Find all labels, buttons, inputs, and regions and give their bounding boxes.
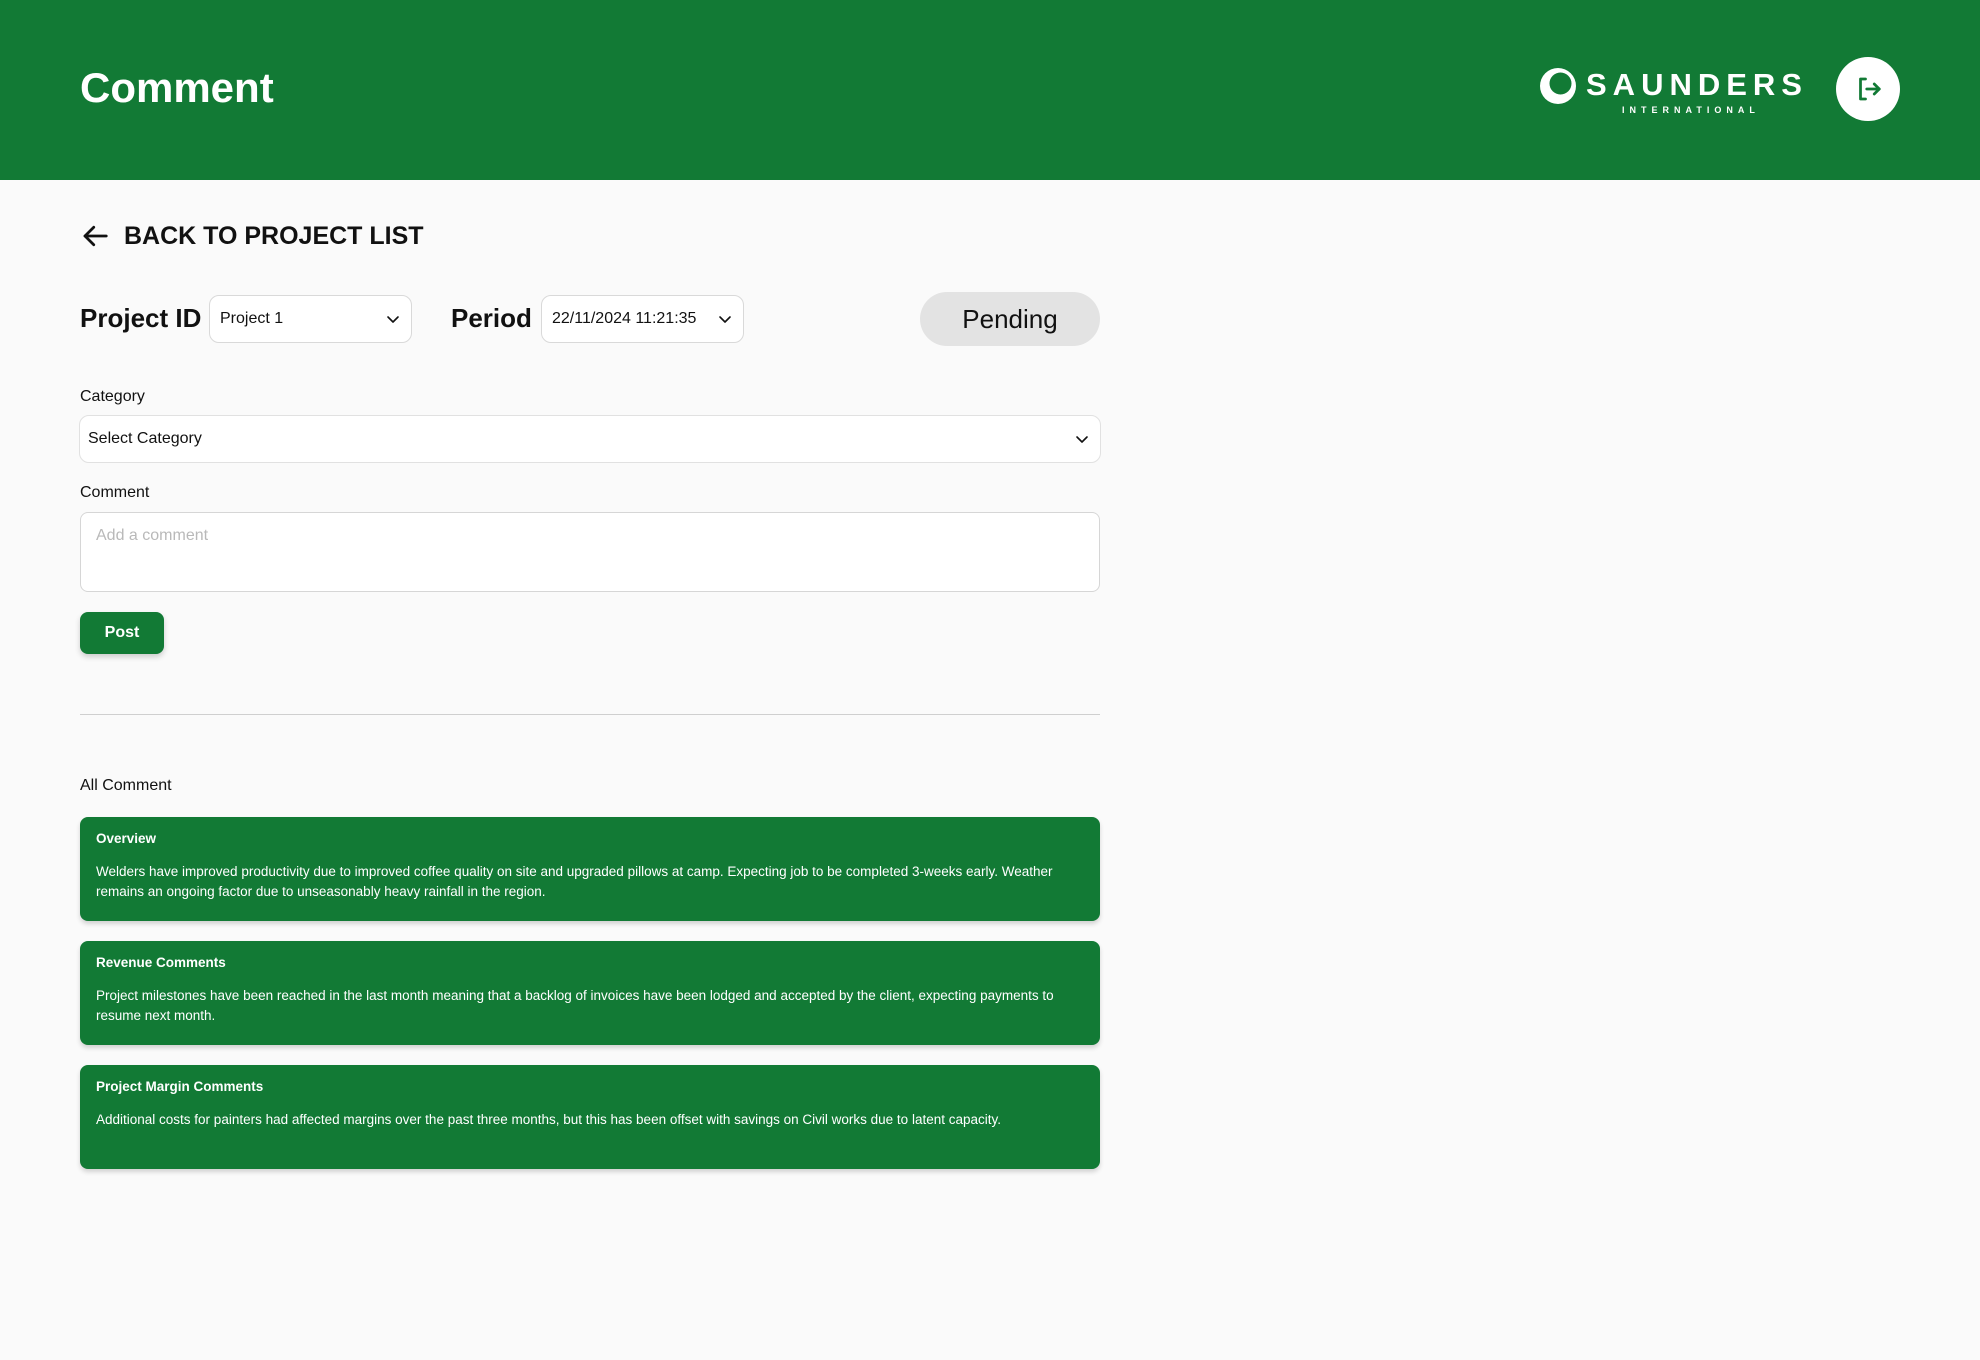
comment-label: Comment — [80, 484, 150, 501]
logo-mark-icon — [1540, 68, 1576, 104]
comment-card-body: Welders have improved productivity due t… — [96, 864, 1053, 899]
comment-input[interactable] — [80, 512, 1100, 592]
chevron-down-icon — [1076, 436, 1088, 443]
comment-card: Revenue Comments Project milestones have… — [80, 941, 1100, 1045]
period-select[interactable]: 22/11/2024 11:21:35 — [541, 295, 744, 343]
category-select[interactable]: Select Category — [79, 415, 1101, 463]
project-id-select[interactable]: Project 1 — [209, 295, 412, 343]
logout-icon — [1859, 77, 1881, 101]
comment-card-title: Overview — [96, 831, 157, 846]
divider — [80, 714, 1100, 715]
comment-card: Overview Welders have improved productiv… — [80, 817, 1100, 921]
app-header: Comment SAUNDERS INTERNATIONAL — [0, 0, 1980, 180]
back-to-project-list-link[interactable]: BACK TO PROJECT LIST — [80, 220, 424, 252]
back-link-label: BACK TO PROJECT LIST — [124, 221, 424, 250]
logo-subtitle: INTERNATIONAL — [1622, 105, 1760, 115]
period-value: 22/11/2024 11:21:35 — [552, 310, 697, 327]
category-value: Select Category — [88, 430, 202, 447]
comment-card-body: Additional costs for painters had affect… — [96, 1112, 1001, 1127]
page-title: Comment — [80, 64, 274, 111]
logout-button[interactable] — [1836, 57, 1900, 121]
all-comments-title: All Comment — [80, 777, 172, 794]
comment-card-body: Project milestones have been reached in … — [96, 988, 1054, 1023]
logo-name: SAUNDERS — [1586, 67, 1808, 102]
category-label: Category — [80, 388, 145, 405]
comment-card-title: Revenue Comments — [96, 955, 226, 970]
project-id-label: Project ID — [80, 303, 202, 333]
status-badge: Pending — [920, 292, 1100, 346]
post-button[interactable]: Post — [80, 612, 164, 654]
chevron-down-icon — [719, 316, 731, 323]
arrow-left-icon — [83, 225, 108, 247]
company-logo: SAUNDERS INTERNATIONAL — [1538, 64, 1802, 120]
period-label: Period — [451, 303, 532, 333]
chevron-down-icon — [387, 316, 399, 323]
comment-card: Project Margin Comments Additional costs… — [80, 1065, 1100, 1169]
project-id-value: Project 1 — [220, 310, 284, 327]
comment-card-title: Project Margin Comments — [96, 1079, 264, 1094]
